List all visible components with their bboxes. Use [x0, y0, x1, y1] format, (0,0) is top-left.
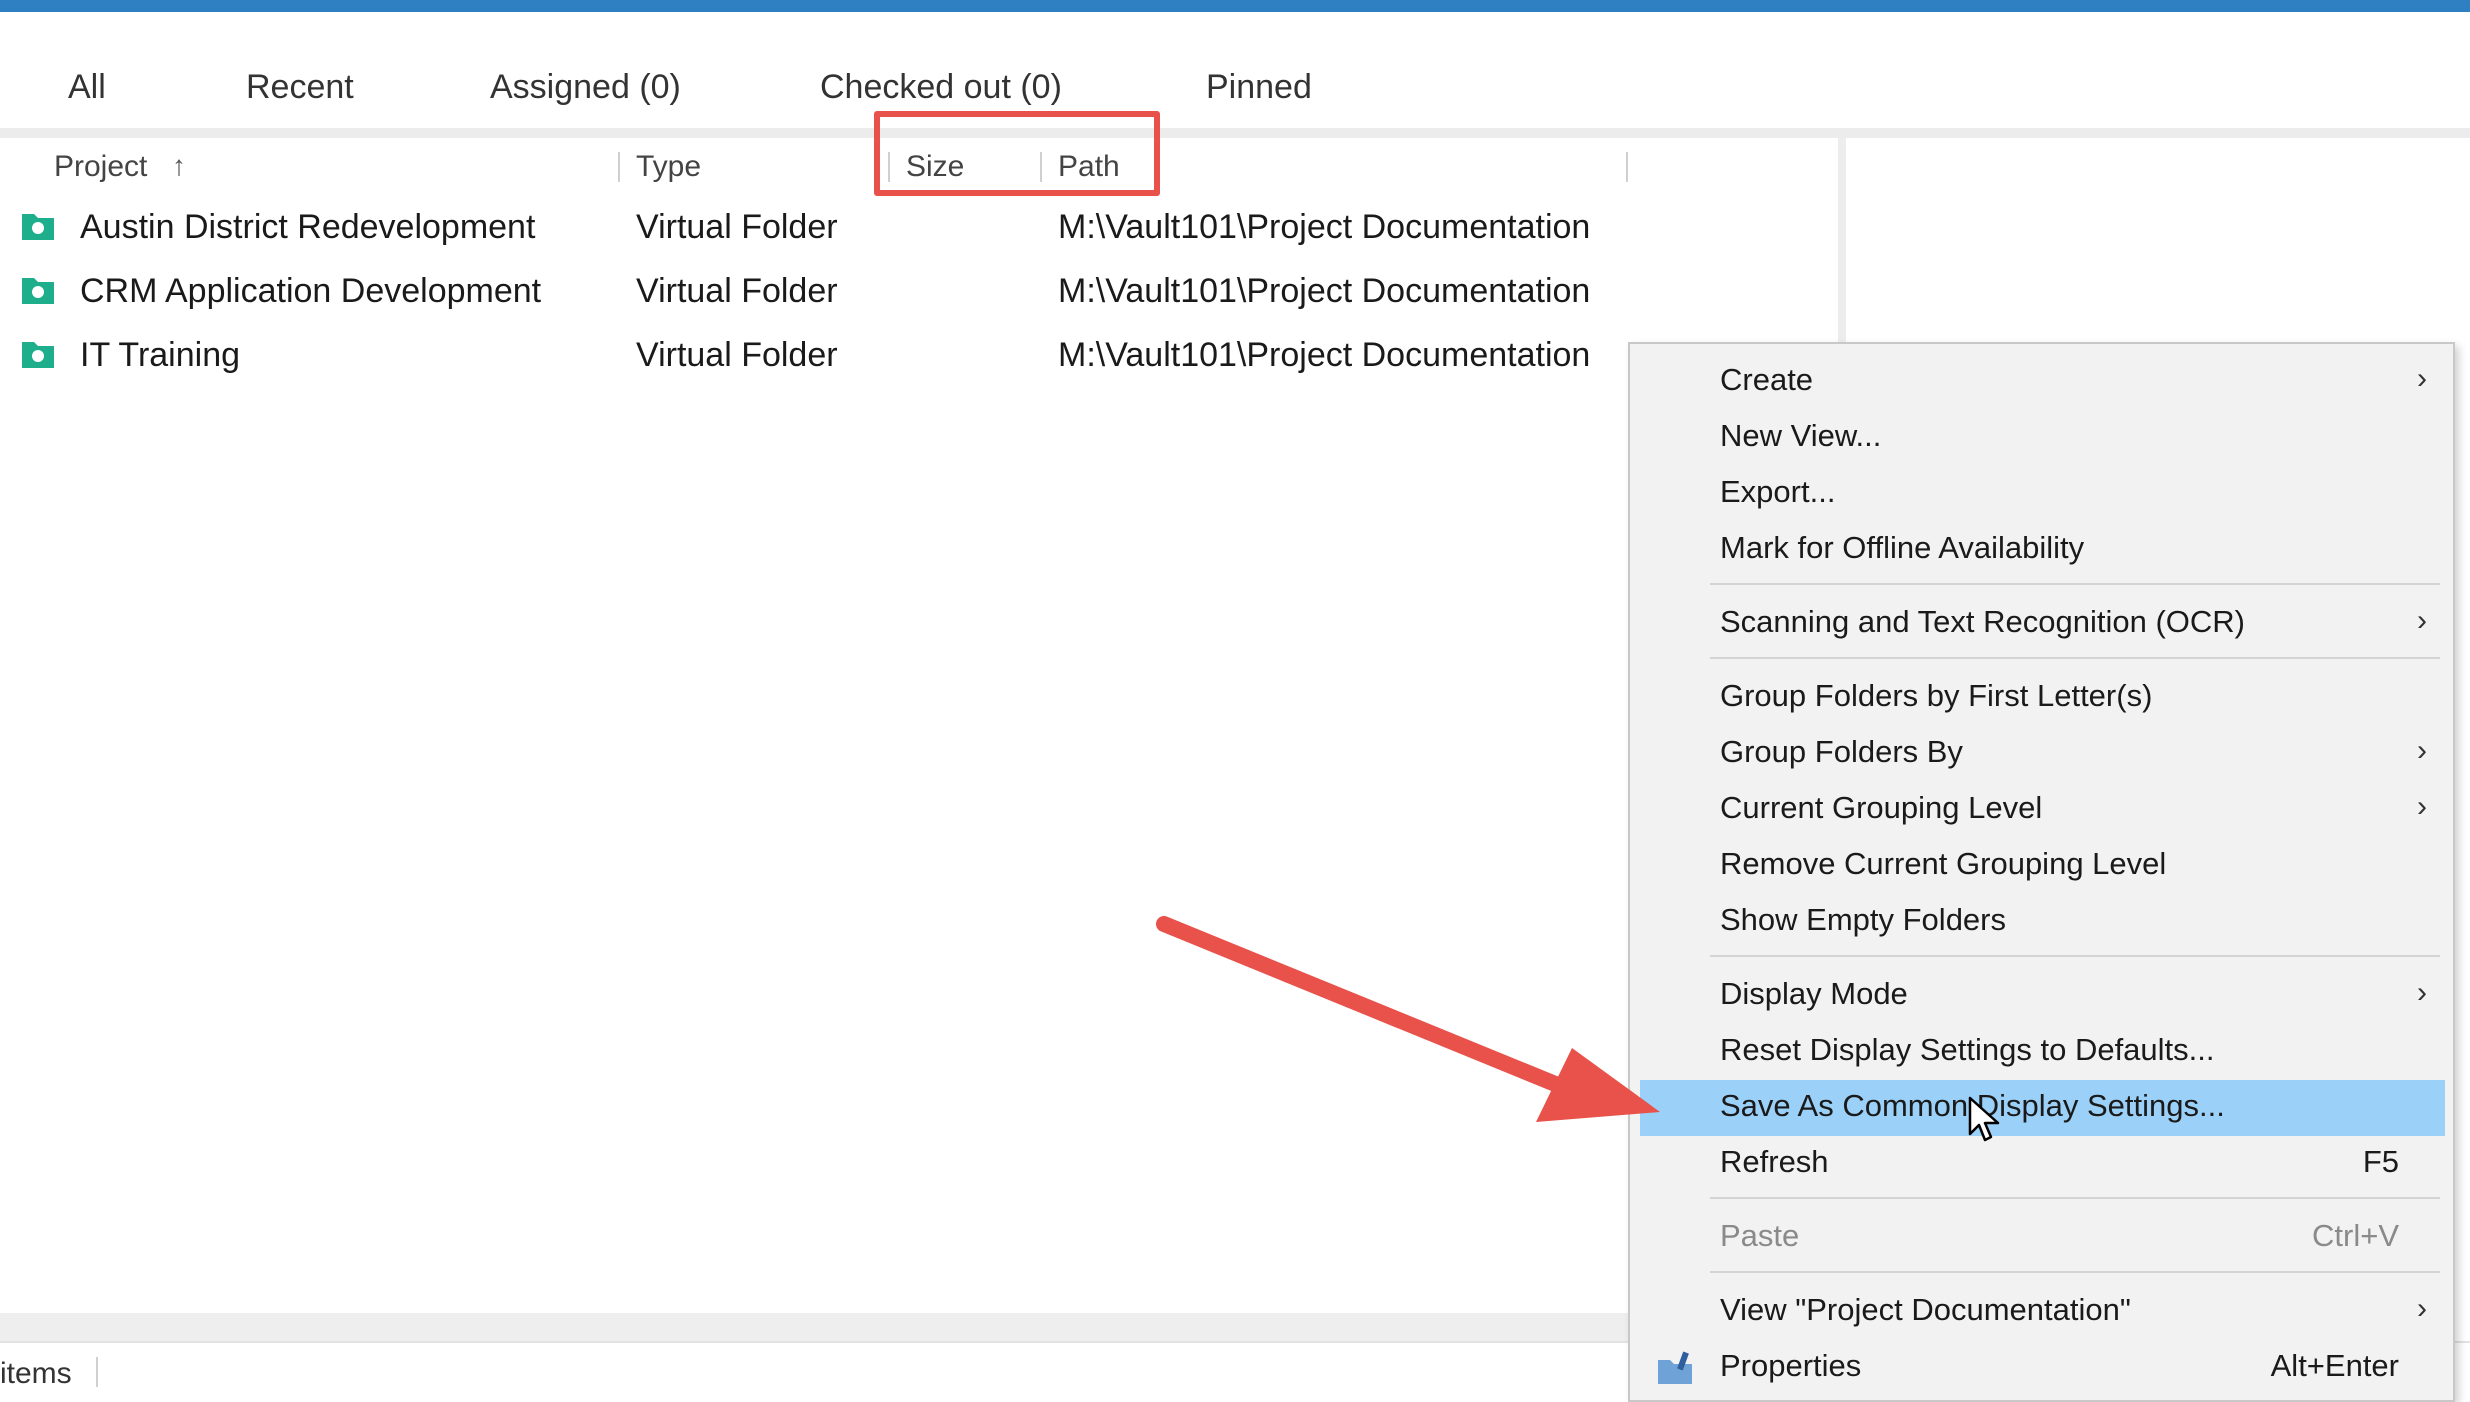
- project-type: Virtual Folder: [636, 336, 838, 374]
- menu-item-mark-offline[interactable]: Mark for Offline Availability: [1640, 522, 2445, 578]
- menu-item-shortcut: F5: [2362, 1144, 2399, 1179]
- menu-item-label: Create: [1720, 362, 1814, 397]
- menu-item-label: Remove Current Grouping Level: [1720, 846, 2167, 881]
- project-name: IT Training: [80, 336, 241, 374]
- horizontal-scrollbar[interactable]: [0, 1313, 1630, 1341]
- view-tabs: All Recent Assigned (0) Checked out (0) …: [0, 12, 2470, 130]
- menu-item-label: Properties: [1720, 1348, 1862, 1383]
- menu-separator: [1710, 1271, 2440, 1273]
- menu-item-label: Save As Common Display Settings...: [1720, 1088, 2225, 1123]
- menu-item-label: View "Project Documentation": [1720, 1292, 2131, 1327]
- window-top-bar: [0, 0, 2470, 12]
- chevron-right-icon: ›: [2417, 976, 2427, 1009]
- table-row[interactable]: Austin District Redevelopment Virtual Fo…: [0, 200, 1630, 262]
- menu-item-show-empty-folders[interactable]: Show Empty Folders: [1640, 894, 2445, 950]
- sort-ascending-icon: ↑: [172, 150, 186, 181]
- tab-checked-out[interactable]: Checked out (0): [820, 68, 1062, 107]
- menu-item-view-project-documentation[interactable]: View "Project Documentation" ›: [1640, 1284, 2445, 1340]
- menu-item-reset-display-settings[interactable]: Reset Display Settings to Defaults...: [1640, 1024, 2445, 1080]
- project-path: M:\Vault101\Project Documentation: [1058, 272, 1591, 310]
- menu-item-refresh[interactable]: Refresh F5: [1640, 1136, 2445, 1192]
- menu-item-label: Group Folders by First Letter(s): [1720, 678, 2153, 713]
- menu-item-label: Mark for Offline Availability: [1720, 530, 2085, 565]
- menu-item-label: Group Folders By: [1720, 734, 1963, 769]
- project-type: Virtual Folder: [636, 208, 838, 246]
- virtual-folder-icon: [22, 278, 54, 304]
- status-separator: [96, 1357, 98, 1387]
- tab-recent[interactable]: Recent: [246, 68, 354, 107]
- chevron-right-icon: ›: [2417, 604, 2427, 637]
- menu-item-label: Show Empty Folders: [1720, 902, 2006, 937]
- project-name: CRM Application Development: [80, 272, 542, 310]
- tabs-divider: [0, 128, 2470, 138]
- chevron-right-icon: ›: [2417, 1292, 2427, 1325]
- menu-item-shortcut: Alt+Enter: [2270, 1348, 2399, 1383]
- menu-item-properties[interactable]: Properties Alt+Enter: [1640, 1340, 2445, 1396]
- menu-item-new-view[interactable]: New View...: [1640, 410, 2445, 466]
- annotation-highlight-box: [874, 111, 1160, 196]
- tab-all[interactable]: All: [68, 68, 106, 107]
- menu-separator: [1710, 1197, 2440, 1199]
- project-name: Austin District Redevelopment: [80, 208, 536, 246]
- menu-item-current-grouping-level[interactable]: Current Grouping Level ›: [1640, 782, 2445, 838]
- menu-item-export[interactable]: Export...: [1640, 466, 2445, 522]
- menu-item-label: Display Mode: [1720, 976, 1908, 1011]
- menu-item-label: Paste: [1720, 1218, 1800, 1253]
- properties-icon: [1658, 1351, 1692, 1384]
- menu-item-label: Reset Display Settings to Defaults...: [1720, 1032, 2215, 1067]
- menu-item-shortcut: Ctrl+V: [2312, 1218, 2399, 1253]
- table-row[interactable]: CRM Application Development Virtual Fold…: [0, 264, 1630, 326]
- project-path: M:\Vault101\Project Documentation: [1058, 208, 1591, 246]
- tab-pinned[interactable]: Pinned: [1206, 68, 1312, 107]
- menu-item-create[interactable]: Create ›: [1640, 354, 2445, 410]
- column-header-type[interactable]: Type: [636, 150, 701, 184]
- project-type: Virtual Folder: [636, 272, 838, 310]
- virtual-folder-icon: [22, 342, 54, 368]
- chevron-right-icon: ›: [2417, 790, 2427, 823]
- menu-item-group-first-letter[interactable]: Group Folders by First Letter(s): [1640, 670, 2445, 726]
- menu-item-label: Current Grouping Level: [1720, 790, 2043, 825]
- menu-item-paste[interactable]: Paste Ctrl+V: [1640, 1210, 2445, 1266]
- tab-assigned[interactable]: Assigned (0): [490, 68, 681, 107]
- table-row[interactable]: IT Training Virtual Folder M:\Vault101\P…: [0, 328, 1630, 390]
- menu-separator: [1710, 583, 2440, 585]
- menu-item-save-common-display-settings[interactable]: Save As Common Display Settings...: [1640, 1080, 2445, 1136]
- menu-item-label: Export...: [1720, 474, 1836, 509]
- menu-separator: [1710, 955, 2440, 957]
- column-separator[interactable]: [1626, 152, 1628, 182]
- chevron-right-icon: ›: [2417, 734, 2427, 767]
- project-path: M:\Vault101\Project Documentation: [1058, 336, 1591, 374]
- menu-item-group-folders-by[interactable]: Group Folders By ›: [1640, 726, 2445, 782]
- menu-item-remove-grouping-level[interactable]: Remove Current Grouping Level: [1640, 838, 2445, 894]
- menu-item-label: Refresh: [1720, 1144, 1829, 1179]
- menu-separator: [1710, 657, 2440, 659]
- menu-item-label: Scanning and Text Recognition (OCR): [1720, 604, 2245, 639]
- menu-item-label: New View...: [1720, 418, 1882, 453]
- column-header-project[interactable]: Project: [54, 150, 147, 184]
- virtual-folder-icon: [22, 214, 54, 240]
- project-list: Project ↑ Type Size Path Austin District…: [0, 138, 1838, 1313]
- item-count-label: items: [0, 1357, 72, 1390]
- chevron-right-icon: ›: [2417, 362, 2427, 395]
- column-separator[interactable]: [618, 152, 620, 182]
- context-menu: Create › New View... Export... Mark for …: [1628, 342, 2455, 1402]
- menu-item-scanning-ocr[interactable]: Scanning and Text Recognition (OCR) ›: [1640, 596, 2445, 652]
- menu-item-display-mode[interactable]: Display Mode ›: [1640, 968, 2445, 1024]
